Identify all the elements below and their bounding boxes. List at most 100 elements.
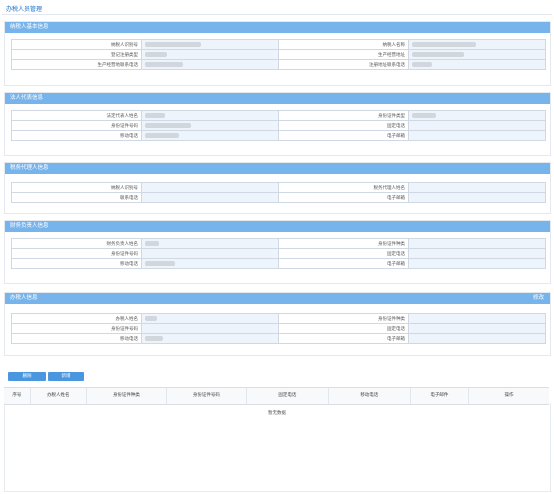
- field-label: 身份证件号码: [11, 248, 142, 259]
- field-value: [141, 182, 279, 193]
- field-label: 生产经营地联系电话: [11, 59, 142, 70]
- column-header: 身份证件号码: [167, 388, 247, 404]
- redacted-value: [412, 51, 464, 57]
- field-label: 财务负责人姓名: [11, 238, 142, 249]
- redacted-value: [412, 112, 436, 118]
- field-label: 纳税人识别号: [11, 182, 142, 193]
- field-value: [141, 238, 279, 249]
- table-row: 联系电话 电子邮箱: [11, 192, 546, 203]
- column-header: 身份证件种类: [87, 388, 167, 404]
- section-header: 办税人信息 修改: [5, 293, 550, 304]
- redacted-value: [412, 61, 432, 67]
- page-title: 办税人员管理: [6, 6, 43, 13]
- redacted-value: [145, 260, 175, 266]
- table-row: 移动电话 电子邮箱: [11, 333, 546, 344]
- field-label: 身份证件类型: [278, 110, 409, 121]
- field-label: 法定代表人姓名: [11, 110, 142, 121]
- legal-rep-section: 法人代表信息 法定代表人姓名 身份证件类型 身份证件号码 固定电话 移动电话 电…: [4, 92, 551, 156]
- field-label: 身份证件种类: [278, 238, 409, 249]
- tax-handler-section: 办税人信息 修改 办税人姓名 身份证件种类 身份证件号码 固定电话 移动电话 电…: [4, 292, 551, 356]
- redacted-value: [145, 240, 159, 246]
- table-row: 纳税人识别号 税务代理人姓名: [11, 182, 546, 193]
- field-value: [408, 313, 546, 324]
- table-row: 移动电话 电子邮箱: [11, 130, 546, 141]
- field-label: 固定电话: [278, 323, 409, 334]
- field-value: [141, 333, 279, 344]
- field-value: [141, 192, 279, 203]
- field-label: 固定电话: [278, 120, 409, 131]
- edit-link[interactable]: 修改: [533, 293, 544, 304]
- table-row: 移动电话 电子邮箱: [11, 258, 546, 269]
- table-row: 财务负责人姓名 身份证件种类: [11, 238, 546, 249]
- field-value: [141, 110, 279, 121]
- redacted-value: [145, 335, 163, 341]
- add-button[interactable]: 新增: [48, 372, 84, 381]
- table-row: 法定代表人姓名 身份证件类型: [11, 110, 546, 121]
- title-divider: [2, 14, 552, 15]
- empty-state-text: 暂无数据: [268, 411, 286, 416]
- field-label: 电子邮箱: [278, 333, 409, 344]
- field-label: 登记注册类型: [11, 49, 142, 60]
- tax-handler-table: 办税人姓名 身份证件种类 身份证件号码 固定电话 移动电话 电子邮箱: [11, 313, 546, 344]
- field-value: [408, 323, 546, 334]
- field-value: [408, 238, 546, 249]
- finance-officer-table: 财务负责人姓名 身份证件种类 身份证件号码 固定电话 移动电话 电子邮箱: [11, 238, 546, 269]
- column-header: 操作: [504, 393, 514, 398]
- redacted-value: [145, 51, 167, 57]
- field-label: 纳税人识别号: [11, 39, 142, 50]
- section-title: 办税人信息: [10, 295, 38, 301]
- column-header: 序号: [4, 388, 31, 404]
- field-value: [408, 59, 546, 70]
- field-label: 生产经营地址: [278, 49, 409, 60]
- field-value: [141, 39, 279, 50]
- field-label: 身份证件种类: [278, 313, 409, 324]
- field-value: [408, 130, 546, 141]
- redacted-value: [145, 41, 201, 47]
- tax-agent-table: 纳税人识别号 税务代理人姓名 联系电话 电子邮箱: [11, 182, 546, 203]
- redacted-value: [145, 315, 157, 321]
- redacted-value: [145, 61, 183, 67]
- field-value: [141, 258, 279, 269]
- table-body: [4, 403, 551, 492]
- field-value: [408, 192, 546, 203]
- field-label: 注册地址联系电话: [278, 59, 409, 70]
- field-value: [408, 258, 546, 269]
- column-header: 固定电话: [247, 388, 329, 404]
- column-header: 移动电话: [329, 388, 411, 404]
- field-label: 身份证件号码: [11, 323, 142, 334]
- table-row: 纳税人识别号 纳税人名称: [11, 39, 546, 50]
- field-label: 身份证件号码: [11, 120, 142, 131]
- field-value: [141, 120, 279, 131]
- tax-agent-section: 税务代理人信息 纳税人识别号 税务代理人姓名 联系电话 电子邮箱: [4, 162, 551, 214]
- field-label: 税务代理人姓名: [278, 182, 409, 193]
- section-header: 纳税人基本信息: [5, 22, 550, 33]
- field-label: 移动电话: [11, 130, 142, 141]
- field-value: [141, 313, 279, 324]
- field-label: 纳税人名称: [278, 39, 409, 50]
- redacted-value: [145, 112, 165, 118]
- redacted-value: [145, 122, 191, 128]
- field-value: [408, 39, 546, 50]
- field-value: [408, 248, 546, 259]
- field-label: 办税人姓名: [11, 313, 142, 324]
- column-header: 电子邮件: [411, 388, 470, 404]
- section-header: 法人代表信息: [5, 93, 550, 104]
- field-label: 移动电话: [11, 258, 142, 269]
- field-label: 固定电话: [278, 248, 409, 259]
- field-value: [141, 130, 279, 141]
- table-row: 身份证件号码 固定电话: [11, 323, 546, 334]
- table-row: 身份证件号码 固定电话: [11, 248, 546, 259]
- redacted-value: [412, 41, 476, 47]
- legal-rep-table: 法定代表人姓名 身份证件类型 身份证件号码 固定电话 移动电话 电子邮箱: [11, 110, 546, 141]
- table-row: 身份证件号码 固定电话: [11, 120, 546, 131]
- redacted-value: [145, 132, 179, 138]
- field-label: 电子邮箱: [278, 130, 409, 141]
- column-header: 办税人姓名: [31, 388, 87, 404]
- table-row: 办税人姓名 身份证件种类: [11, 313, 546, 324]
- section-header: 税务代理人信息: [5, 163, 550, 174]
- finance-officer-section: 财务负责人信息 财务负责人姓名 身份证件种类 身份证件号码 固定电话 移动电话 …: [4, 220, 551, 284]
- table-row: 生产经营地联系电话 注册地址联系电话: [11, 59, 546, 70]
- delete-button[interactable]: 删除: [8, 372, 46, 381]
- field-value: [141, 248, 279, 259]
- taxpayer-info-table: 纳税人识别号 纳税人名称 登记注册类型 生产经营地址 生产经营地联系电话 注册地…: [11, 39, 546, 70]
